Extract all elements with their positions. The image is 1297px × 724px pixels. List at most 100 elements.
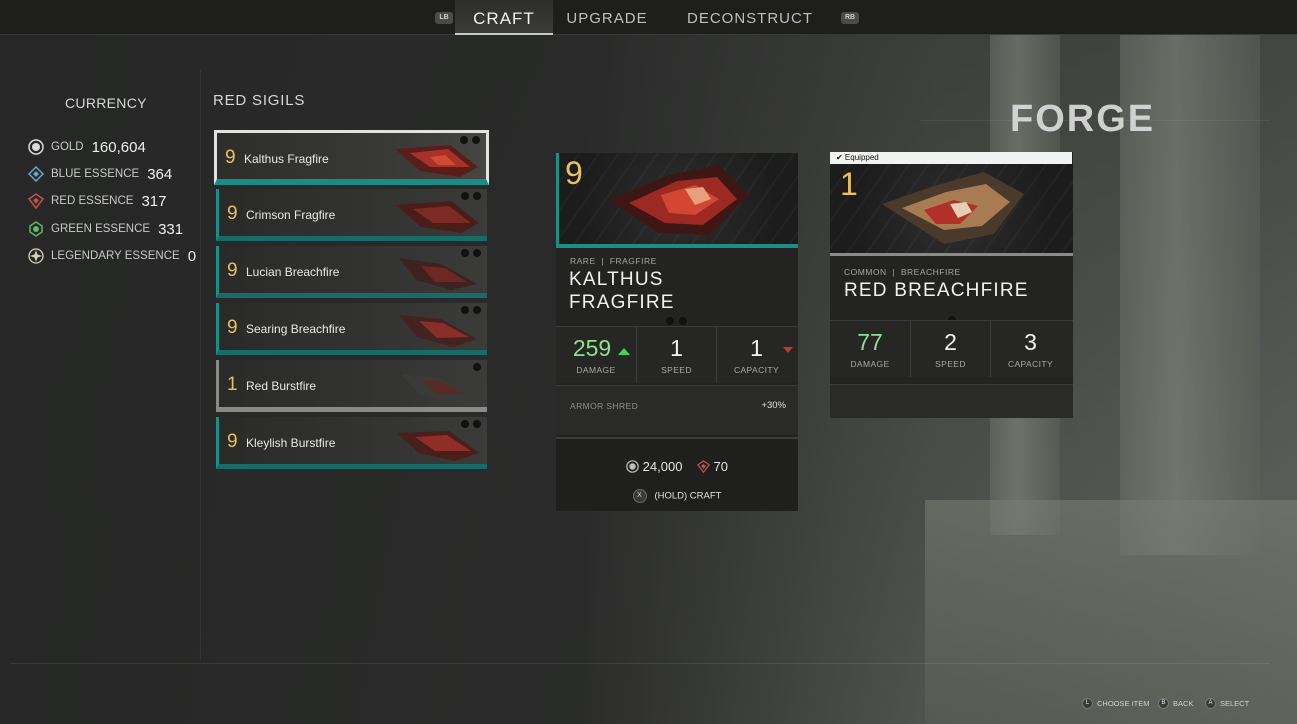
- currency-name: RED ESSENCE: [51, 195, 134, 207]
- slot-dot: [473, 420, 481, 428]
- hint-label: SELECT: [1220, 698, 1250, 708]
- slot-dot: [461, 420, 469, 428]
- sigil-title: KALTHUS FRAGFIRE: [569, 268, 675, 314]
- slot-dot: [461, 249, 469, 257]
- sigil-list-heading: RED SIGILS: [213, 92, 306, 109]
- slot-dot: [461, 306, 469, 314]
- sigil-level: 9: [227, 203, 238, 224]
- red-essence-icon: [696, 460, 710, 474]
- stat-label: DAMAGE: [850, 359, 890, 369]
- slot-dot: [461, 192, 469, 200]
- cost-red-essence: 70: [713, 459, 728, 474]
- sigil-stats: 77 DAMAGE 2 SPEED 3 CAPACITY: [830, 320, 1073, 377]
- sigil-item-kalthus-fragfire[interactable]: 9 Kalthus Fragfire: [214, 130, 489, 185]
- stat-damage: 77 DAMAGE: [830, 321, 910, 377]
- screen-title: FORGE: [1010, 98, 1156, 140]
- sigil-weapon-icon: [399, 258, 477, 290]
- sigil-level: 9: [227, 260, 238, 281]
- sigil-name: Red Burstfire: [246, 379, 317, 393]
- currency-gold: GOLD 160,604: [28, 137, 146, 157]
- slot-dot: [473, 306, 481, 314]
- currency-legendary-essence: LEGENDARY ESSENCE 0: [28, 246, 196, 266]
- sigil-level: 9: [227, 317, 238, 338]
- currency-red-essence: RED ESSENCE 317: [28, 191, 166, 211]
- slot-dot: [472, 136, 480, 144]
- sigil-tags: RARE | FRAGFIRE: [570, 256, 657, 266]
- stat-value: 2: [944, 329, 957, 355]
- currency-name: GREEN ESSENCE: [51, 223, 151, 235]
- perk-name: ARMOR SHRED: [570, 401, 639, 411]
- stat-capacity: 3 CAPACITY: [990, 321, 1070, 377]
- currency-name: BLUE ESSENCE: [51, 168, 140, 180]
- tab-craft[interactable]: CRAFT: [455, 0, 553, 35]
- stat-label: SPEED: [935, 359, 966, 369]
- sigil-level: 9: [225, 147, 236, 168]
- stat-damage: 259 DAMAGE: [556, 327, 636, 383]
- sigil-item-kleylish-burstfire[interactable]: 9 Kleylish Burstfire: [216, 417, 487, 469]
- red-essence-icon: [28, 193, 44, 209]
- tab-upgrade[interactable]: UPGRADE: [558, 0, 656, 35]
- gold-coin-icon: [28, 139, 44, 155]
- sigil-rarity: COMMON: [844, 267, 887, 277]
- craft-label: (HOLD) CRAFT: [654, 490, 722, 502]
- hint-back[interactable]: B BACK: [1158, 697, 1193, 709]
- slot-dot: [473, 192, 481, 200]
- hint-select[interactable]: A SELECT: [1205, 697, 1249, 709]
- slot-dot: [460, 136, 468, 144]
- currency-value: 160,604: [91, 138, 146, 156]
- tab-deconstruct[interactable]: DECONSTRUCT: [676, 0, 824, 35]
- sigil-name: Lucian Breachfire: [246, 265, 340, 279]
- blue-essence-icon: [28, 166, 44, 182]
- stat-label: DAMAGE: [576, 365, 616, 375]
- sigil-weapon-icon: [395, 145, 478, 177]
- craft-sigil-card: 9 RARE | FRAGFIRE KALTHUS FRAGFIRE 259 D…: [556, 153, 798, 511]
- left-stick-icon: L: [1082, 697, 1093, 709]
- sigil-type: BREACHFIRE: [900, 267, 961, 277]
- sigil-name: Searing Breachfire: [246, 322, 346, 336]
- currency-heading: CURRENCY: [65, 95, 147, 111]
- x-button-icon: X: [632, 489, 647, 503]
- currency-value: 0: [187, 247, 197, 265]
- stat-speed: 1 SPEED: [636, 327, 716, 383]
- sigil-title-line: KALTHUS: [569, 269, 664, 290]
- currency-value: 331: [158, 220, 184, 238]
- right-bumper-icon[interactable]: RB: [841, 12, 859, 24]
- stat-value: 3: [1024, 329, 1037, 355]
- footer-divider: [10, 663, 1270, 664]
- sigil-item-lucian-breachfire[interactable]: 9 Lucian Breachfire: [216, 246, 487, 298]
- sigil-weapon-icon: [401, 374, 475, 404]
- currency-name: GOLD: [51, 141, 84, 153]
- currency-green-essence: GREEN ESSENCE 331: [28, 219, 183, 239]
- sigil-weapon-icon: [609, 165, 749, 235]
- craft-button[interactable]: X (HOLD) CRAFT: [556, 489, 798, 503]
- sigil-perk: ARMOR SHRED +30%: [556, 385, 798, 435]
- stat-capacity: 1 CAPACITY: [716, 327, 796, 383]
- sigil-level: 1: [227, 374, 238, 395]
- currency-value: 317: [141, 192, 167, 210]
- a-button-icon: A: [1205, 697, 1216, 709]
- left-bumper-icon[interactable]: LB: [435, 12, 453, 24]
- tag-separator: |: [598, 256, 610, 266]
- legendary-essence-icon: [28, 248, 44, 264]
- craft-cost: 24,000 70 X (HOLD) CRAFT: [556, 437, 798, 511]
- sigil-level: 9: [565, 155, 583, 191]
- hint-label: BACK: [1173, 698, 1194, 708]
- sigil-name: Crimson Fragfire: [246, 208, 336, 222]
- sigil-weapon-icon: [397, 431, 479, 461]
- stat-value: 77: [857, 329, 883, 355]
- top-tab-bar: LB CRAFT UPGRADE DECONSTRUCT RB: [0, 0, 1297, 35]
- hint-choose-item[interactable]: L CHOOSE ITEM: [1082, 697, 1150, 709]
- sigil-item-crimson-fragfire[interactable]: 9 Crimson Fragfire: [216, 189, 487, 241]
- slot-dot: [679, 317, 687, 325]
- stat-decrease-icon: [783, 347, 793, 353]
- slot-dot: [473, 249, 481, 257]
- sigil-weapon-icon: [399, 315, 477, 347]
- sigil-level: 1: [840, 166, 858, 202]
- currency-blue-essence: BLUE ESSENCE 364: [28, 164, 172, 184]
- sigil-item-red-burstfire[interactable]: 1 Red Burstfire: [216, 360, 487, 412]
- sigil-title: RED BREACHFIRE: [844, 280, 1029, 301]
- card-footer: [830, 384, 1073, 418]
- stat-speed: 2 SPEED: [910, 321, 990, 377]
- sigil-preview: 1: [830, 164, 1073, 256]
- sigil-item-searing-breachfire[interactable]: 9 Searing Breachfire: [216, 303, 487, 355]
